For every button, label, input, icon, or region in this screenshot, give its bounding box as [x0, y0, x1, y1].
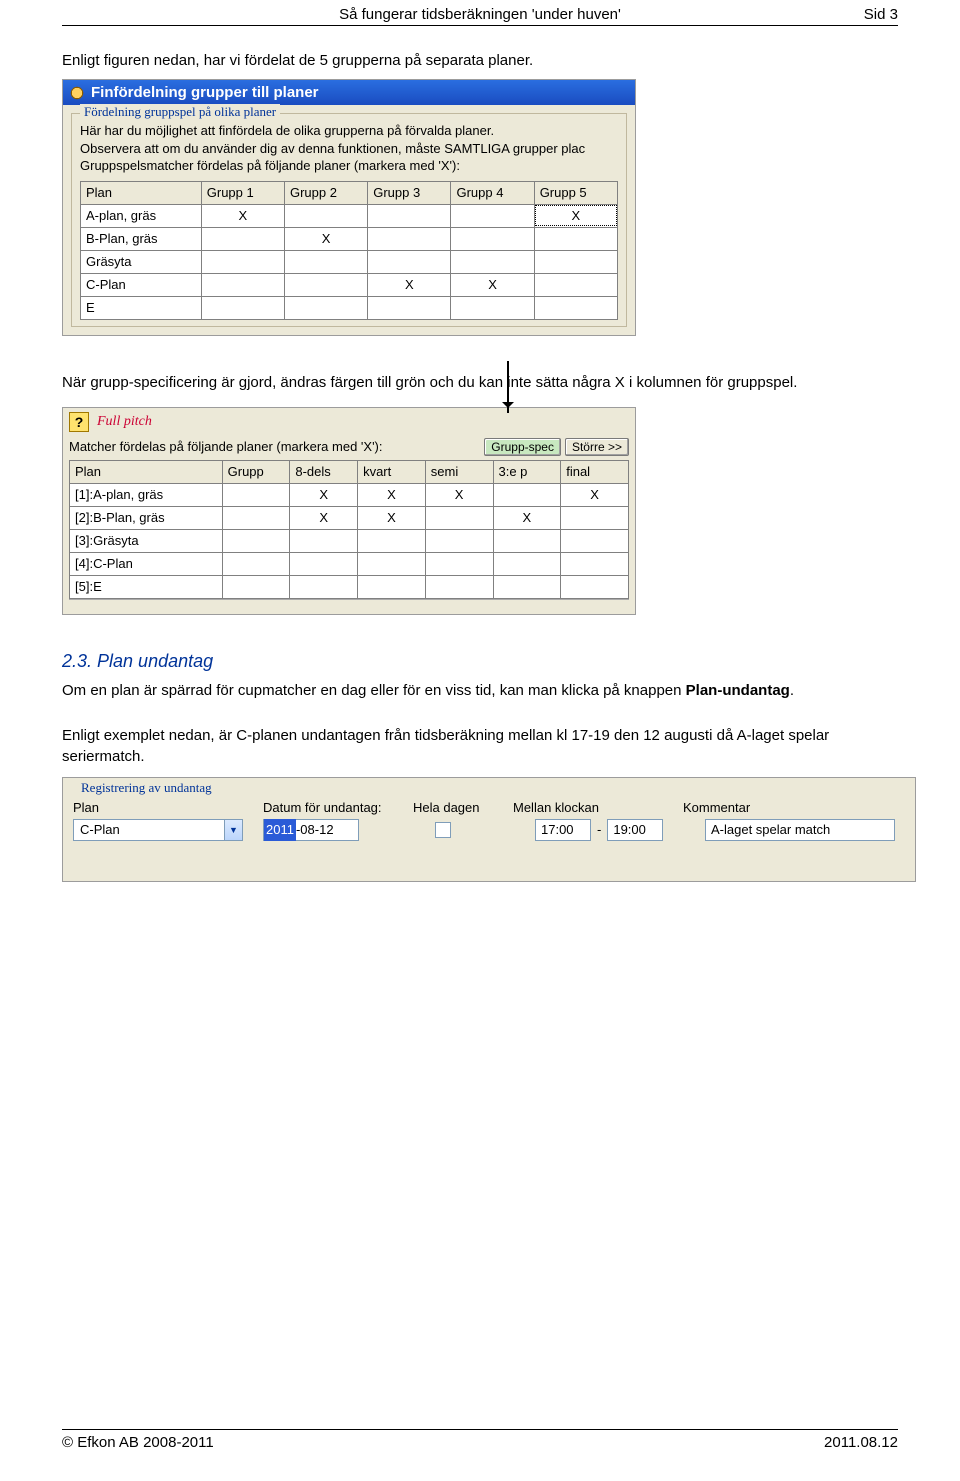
header-comment: Kommentar	[683, 800, 905, 819]
col-plan: Plan	[70, 460, 223, 483]
table-row[interactable]: [3]:Gräsyta	[70, 529, 629, 552]
matcher-label: Matcher fördelas på följande planer (mar…	[69, 439, 383, 454]
help-icon[interactable]: ?	[69, 412, 89, 432]
table-row[interactable]: [1]:A-plan, gräs X X X X	[70, 483, 629, 506]
paragraph-intro-2: När grupp-specificering är gjord, ändras…	[62, 372, 898, 393]
header-allday: Hela dagen	[413, 800, 513, 819]
allday-checkbox[interactable]	[435, 822, 451, 838]
col-g2: Grupp 2	[284, 181, 367, 204]
page-number: Sid 3	[864, 6, 898, 23]
window-title: Finfördelning grupper till planer	[91, 84, 319, 101]
arrow-down-icon	[507, 361, 509, 413]
table-row[interactable]: Gräsyta	[81, 250, 618, 273]
plan-select[interactable]: C-Plan ▼	[73, 819, 243, 841]
table-row[interactable]: [4]:C-Plan	[70, 552, 629, 575]
fullpitch-label: Full pitch	[97, 414, 629, 430]
paragraph-plan-undantag-1: Om en plan är spärrad för cupmatcher en …	[62, 680, 898, 701]
table-row[interactable]: [5]:E	[70, 575, 629, 598]
comment-input[interactable]: A-laget spelar match	[705, 819, 895, 841]
grupp-spec-button[interactable]: Grupp-spec	[484, 438, 561, 456]
table-row[interactable]: E	[81, 296, 618, 319]
col-g3: Grupp 3	[368, 181, 451, 204]
screenshot-matcher-fordelas: ? Full pitch Matcher fördelas på följand…	[62, 407, 636, 615]
desc-line-3: Gruppspelsmatcher fördelas på följande p…	[80, 157, 618, 175]
desc-line-1: Här har du möjlighet att finfördela de o…	[80, 122, 618, 140]
date-input[interactable]: 2011-08-12	[263, 819, 359, 841]
doc-title: Så fungerar tidsberäkningen 'under huven…	[339, 6, 621, 23]
desc-line-2: Observera att om du använder dig av denn…	[80, 140, 618, 158]
dash: -	[591, 822, 607, 837]
table-row[interactable]: [2]:B-Plan, gräs X X X	[70, 506, 629, 529]
table-row[interactable]: A-plan, gräs X X	[81, 204, 618, 227]
col-plan: Plan	[81, 181, 202, 204]
header-plan: Plan	[73, 800, 263, 819]
fieldset-legend: Registrering av undantag	[77, 780, 216, 796]
plan-group-table[interactable]: Plan Grupp 1 Grupp 2 Grupp 3 Grupp 4 Gru…	[80, 181, 618, 320]
time-from-input[interactable]: 17:00	[535, 819, 591, 841]
col-g1: Grupp 1	[201, 181, 284, 204]
table-row[interactable]: B-Plan, gräs X	[81, 227, 618, 250]
footer-right: 2011.08.12	[824, 1434, 898, 1451]
header-date: Datum för undantag:	[263, 800, 413, 819]
fieldset-legend: Fördelning gruppspel på olika planer	[80, 104, 280, 120]
screenshot-finfordelning: Finfördelning grupper till planer Fördel…	[62, 79, 636, 336]
window-titlebar: Finfördelning grupper till planer	[63, 80, 635, 105]
paragraph-plan-undantag-2: Enligt exemplet nedan, är C-planen undan…	[62, 725, 898, 767]
gear-icon	[69, 85, 85, 101]
col-g4: Grupp 4	[451, 181, 534, 204]
paragraph-intro-1: Enligt figuren nedan, har vi fördelat de…	[62, 50, 898, 71]
chevron-down-icon: ▼	[224, 820, 242, 840]
footer-left: © Efkon AB 2008-2011	[62, 1434, 214, 1451]
header-between: Mellan klockan	[513, 800, 683, 819]
table-row[interactable]: C-Plan X X	[81, 273, 618, 296]
time-to-input[interactable]: 19:00	[607, 819, 663, 841]
matcher-table[interactable]: Plan Grupp 8-dels kvart semi 3:e p final…	[69, 460, 629, 599]
col-g5: Grupp 5	[534, 181, 617, 204]
storre-button[interactable]: Större >>	[565, 438, 629, 456]
section-heading: 2.3. Plan undantag	[62, 651, 898, 672]
screenshot-registrering-undantag: Registrering av undantag Plan Datum för …	[62, 777, 916, 882]
scrollbar-horizontal[interactable]	[69, 599, 629, 606]
